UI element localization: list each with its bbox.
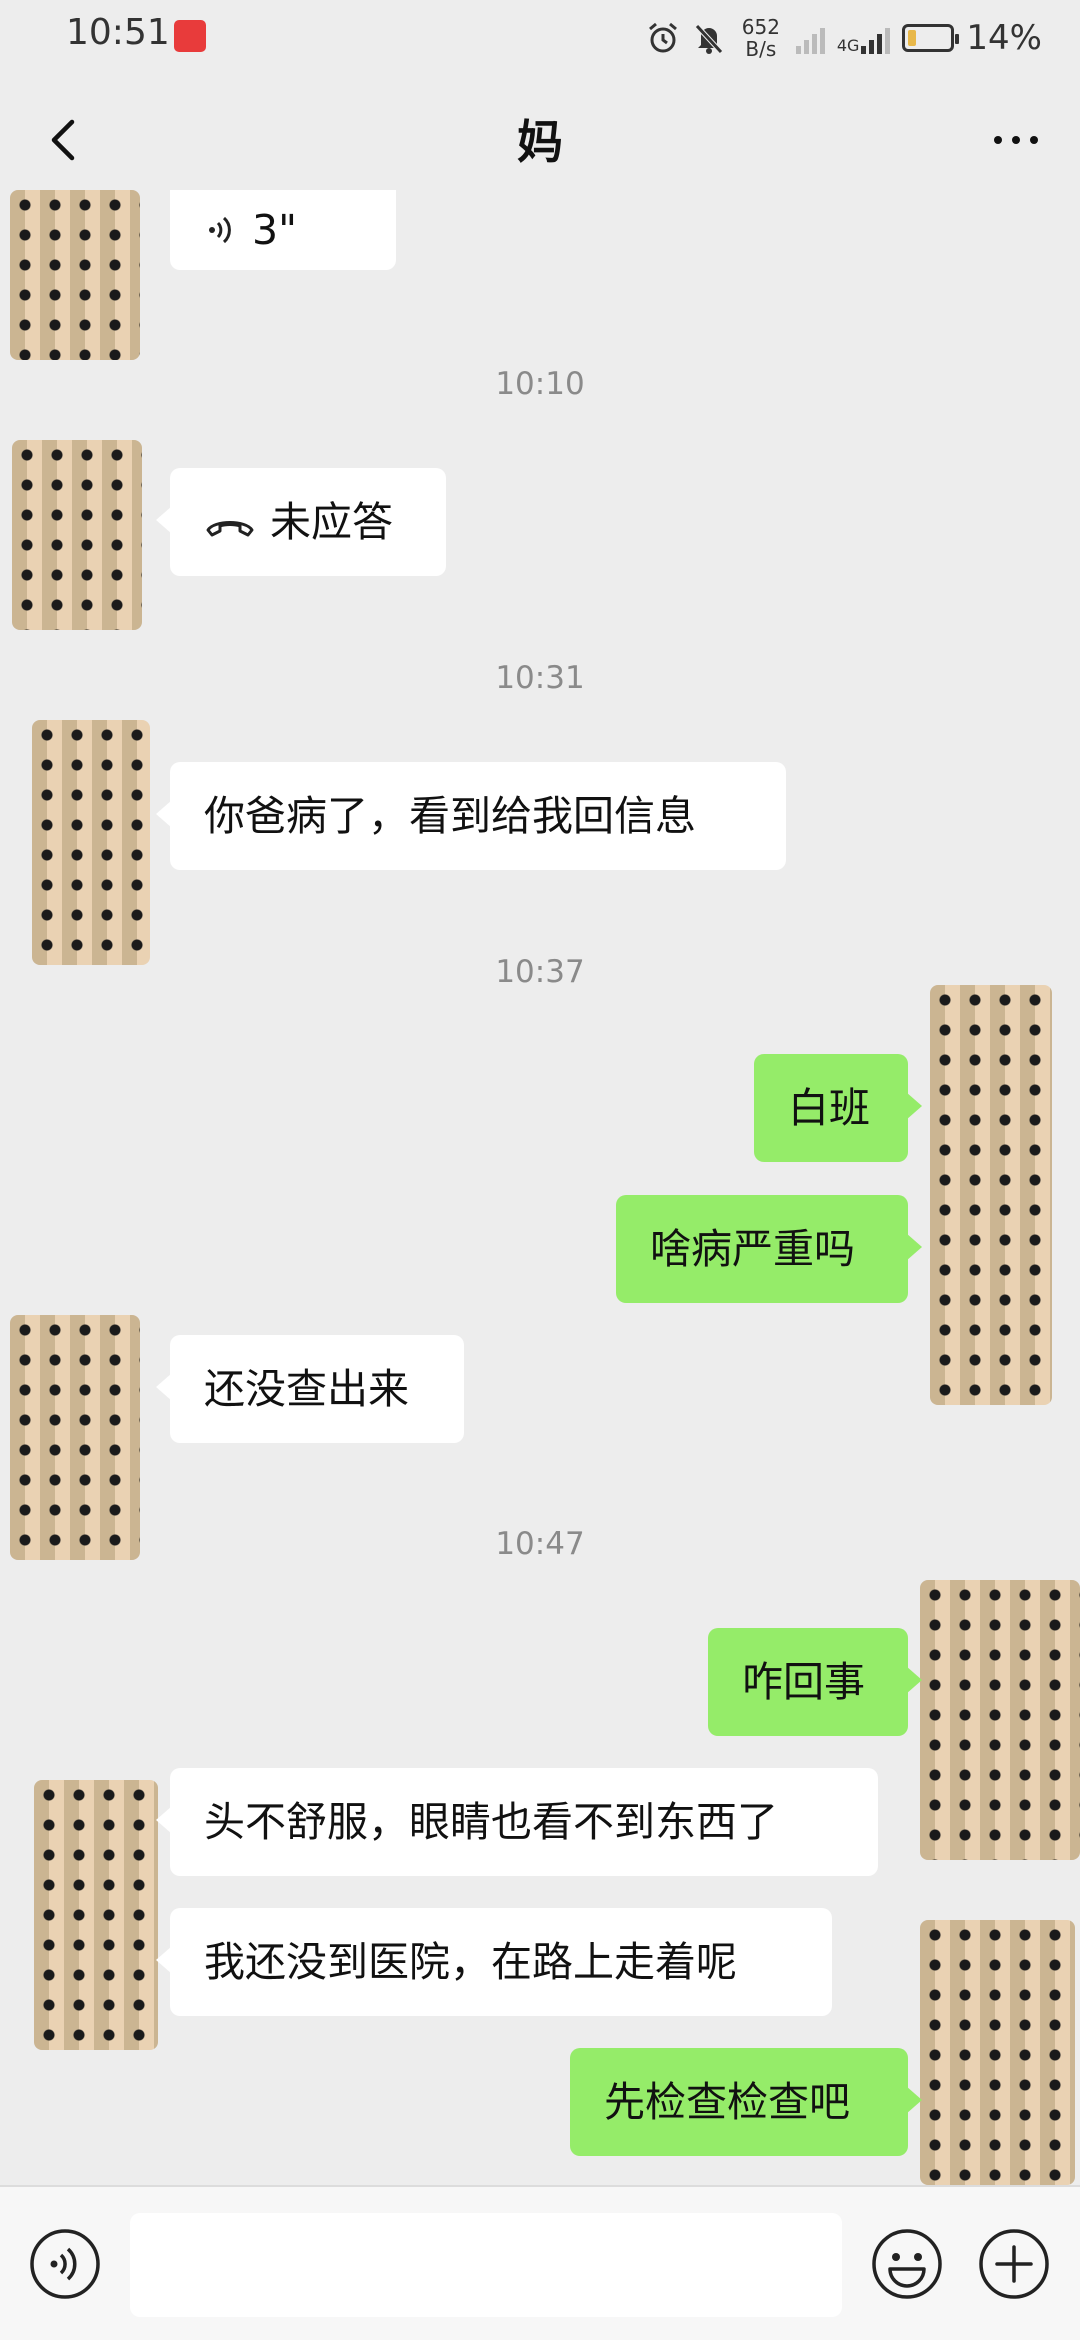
message-text: 白班 bbox=[788, 1084, 870, 1132]
network-speed-unit: B/s bbox=[745, 37, 777, 61]
chat-title: 妈 bbox=[517, 115, 563, 169]
message-text: 还没查出来 bbox=[204, 1365, 409, 1413]
message-text: 你爸病了，看到给我回信息 bbox=[204, 792, 696, 840]
emoji-icon[interactable] bbox=[870, 2227, 944, 2301]
alarm-icon bbox=[648, 22, 677, 53]
network-type: 4G bbox=[836, 36, 860, 55]
message-text: 咋回事 bbox=[742, 1658, 865, 1706]
avatar-self[interactable] bbox=[930, 985, 1052, 1405]
phone-hangup-icon bbox=[206, 521, 254, 537]
voice-duration: 3" bbox=[252, 206, 297, 254]
status-time: 10:51 bbox=[66, 12, 170, 53]
message-bubble-incoming[interactable]: 你爸病了，看到给我回信息 bbox=[156, 762, 786, 870]
network-speed-value: 652 bbox=[741, 15, 780, 39]
avatar-self[interactable] bbox=[920, 1920, 1075, 2185]
message-bubble-outgoing[interactable]: 咋回事 bbox=[708, 1628, 922, 1736]
more-icon[interactable] bbox=[986, 110, 1046, 170]
message-bubble-incoming[interactable]: 我还没到医院，在路上走着呢 bbox=[156, 1908, 832, 2016]
chat-header: 妈 bbox=[0, 76, 1080, 204]
app-notification-icon bbox=[174, 20, 206, 52]
timestamp: 10:10 bbox=[495, 366, 585, 402]
avatar-self[interactable] bbox=[920, 1580, 1080, 1860]
message-text: 先检查检查吧 bbox=[604, 2078, 850, 2126]
message-bubble-outgoing[interactable]: 先检查检查吧 bbox=[570, 2048, 922, 2156]
chat-messages[interactable]: 3" 10:10 未应答 10:31 你爸病了，看到给我回信息 10:37 白班… bbox=[0, 190, 1080, 2185]
avatar-contact[interactable] bbox=[34, 1780, 158, 2050]
mute-bell-icon bbox=[695, 24, 723, 54]
plus-icon[interactable] bbox=[977, 2227, 1051, 2301]
missed-call-text: 未应答 bbox=[270, 498, 393, 546]
message-text: 啥病严重吗 bbox=[650, 1225, 855, 1273]
timestamp: 10:37 bbox=[495, 954, 585, 990]
message-bubble-outgoing[interactable]: 白班 bbox=[754, 1054, 922, 1162]
message-bubble-outgoing[interactable]: 啥病严重吗 bbox=[616, 1195, 922, 1303]
status-icons: 652 B/s 4G 14% bbox=[646, 10, 1042, 66]
missed-call-bubble[interactable]: 未应答 bbox=[156, 468, 446, 576]
voice-message-bubble[interactable]: 3" bbox=[170, 190, 396, 270]
timestamp: 10:31 bbox=[495, 660, 585, 696]
message-text: 头不舒服，眼睛也看不到东西了 bbox=[204, 1798, 778, 1846]
status-bar: 10:51 652 B/s 4G 14% bbox=[0, 0, 1080, 76]
avatar-contact[interactable] bbox=[32, 720, 150, 965]
voice-wave-icon bbox=[209, 216, 231, 244]
voice-icon[interactable] bbox=[28, 2227, 102, 2301]
timestamp: 10:47 bbox=[495, 1526, 585, 1562]
signal-icon-2: 4G bbox=[837, 22, 891, 54]
message-text: 我还没到医院，在路上走着呢 bbox=[204, 1938, 737, 1986]
message-input[interactable] bbox=[130, 2213, 842, 2317]
avatar-contact[interactable] bbox=[10, 190, 140, 360]
battery-percent: 14% bbox=[966, 18, 1042, 58]
network-speed: 652 B/s bbox=[738, 16, 784, 60]
signal-icon-1 bbox=[795, 22, 825, 54]
avatar-contact[interactable] bbox=[10, 1315, 140, 1560]
battery-icon bbox=[902, 24, 960, 52]
message-bubble-incoming[interactable]: 头不舒服，眼睛也看不到东西了 bbox=[156, 1768, 878, 1876]
message-bubble-incoming[interactable]: 还没查出来 bbox=[156, 1335, 464, 1443]
chat-input-bar bbox=[0, 2185, 1080, 2340]
avatar-contact[interactable] bbox=[12, 440, 142, 630]
